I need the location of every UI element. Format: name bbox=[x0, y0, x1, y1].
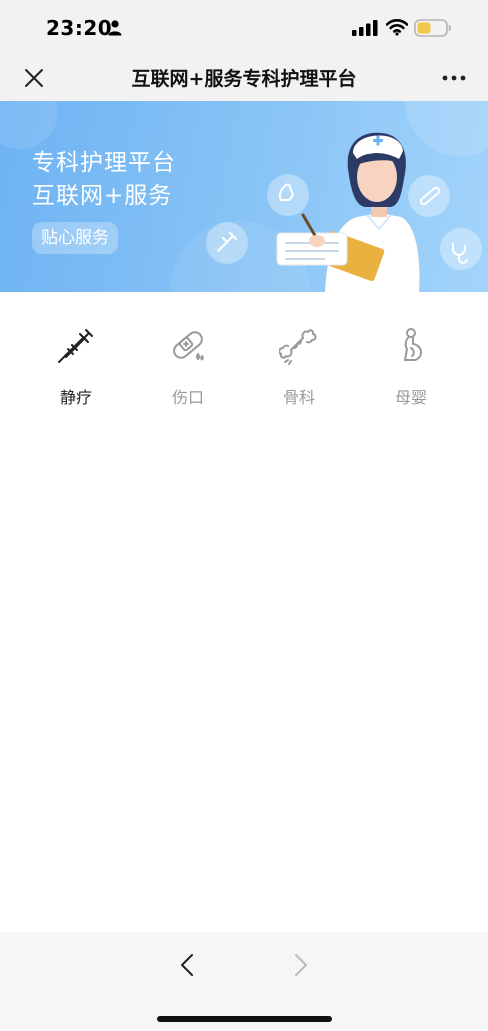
signal-icon bbox=[352, 20, 378, 36]
bone-icon bbox=[279, 329, 317, 365]
person-icon bbox=[108, 20, 122, 36]
battery-icon bbox=[414, 19, 451, 37]
nurse-illustration bbox=[206, 132, 482, 292]
banner-badge: 贴心服务 bbox=[32, 222, 118, 254]
banner-title-line2: 互联网+服务 bbox=[32, 183, 173, 209]
pregnant-icon bbox=[404, 328, 423, 361]
syringe-icon bbox=[58, 329, 93, 363]
category-wound[interactable]: 伤口 bbox=[143, 326, 233, 416]
category-maternal-infant[interactable]: 母婴 bbox=[366, 326, 456, 416]
hero-banner[interactable]: 专科护理平台 互联网+服务 贴心服务 bbox=[0, 101, 488, 292]
category-grid: 静疗 伤口 骨科 母婴 bbox=[0, 292, 488, 422]
category-iv-therapy[interactable]: 静疗 bbox=[31, 326, 121, 416]
home-indicator[interactable] bbox=[157, 1016, 332, 1022]
bandage-icon bbox=[173, 331, 204, 361]
category-orthopedics[interactable]: 骨科 bbox=[254, 326, 344, 416]
forward-button[interactable] bbox=[284, 948, 318, 982]
close-button[interactable] bbox=[18, 62, 50, 94]
category-label: 静疗 bbox=[59, 388, 92, 407]
category-label: 伤口 bbox=[171, 388, 204, 407]
more-button[interactable] bbox=[436, 62, 472, 94]
close-icon bbox=[25, 69, 43, 87]
bottom-toolbar bbox=[0, 932, 488, 1031]
page-title: 互联网+服务专科护理平台 bbox=[131, 68, 357, 90]
category-label: 骨科 bbox=[282, 388, 315, 407]
category-label: 母婴 bbox=[394, 388, 427, 407]
status-time: 23:20 bbox=[46, 16, 113, 40]
chevron-right-icon bbox=[295, 954, 307, 976]
more-icon bbox=[442, 75, 466, 81]
nav-bar: 互联网+服务专科护理平台 bbox=[0, 56, 488, 101]
chevron-left-icon bbox=[181, 954, 193, 976]
banner-title-line1: 专科护理平台 bbox=[32, 150, 176, 176]
back-button[interactable] bbox=[170, 948, 204, 982]
status-bar: 23:20 bbox=[0, 0, 488, 56]
wifi-icon bbox=[386, 19, 408, 36]
